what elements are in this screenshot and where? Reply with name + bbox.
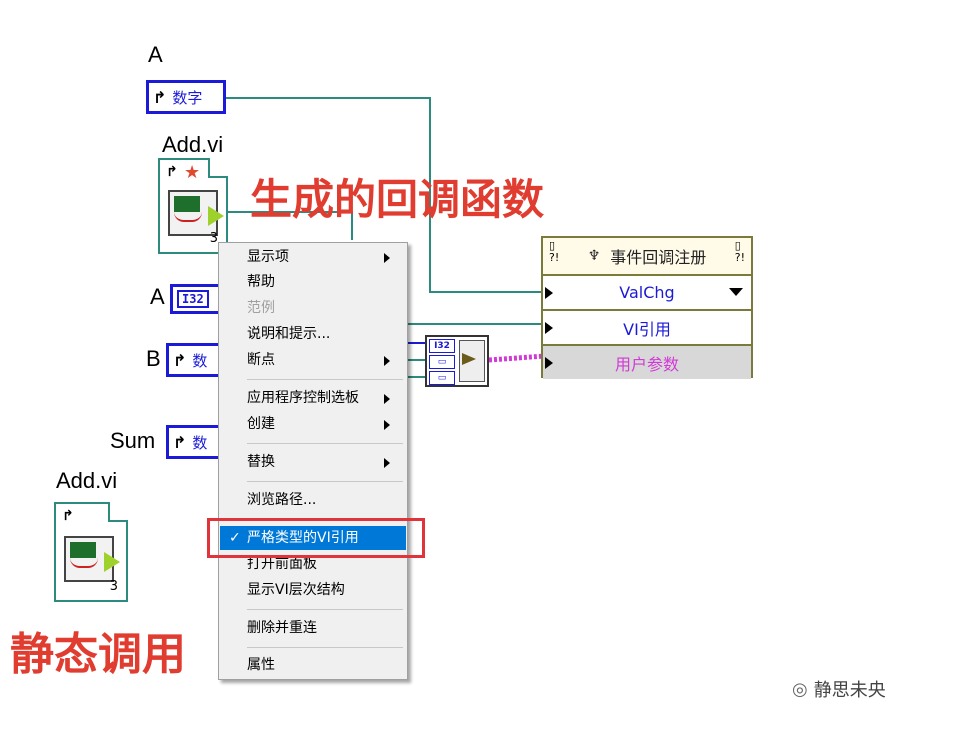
submenu-arrow-icon [384,394,390,404]
label-a-mid: A [150,284,165,309]
menu-separator [247,379,403,380]
register-node-title: 事件回调注册 [610,248,707,267]
i32-control-a[interactable]: I32 [170,284,222,314]
watermark-text: 静思未央 [813,680,886,701]
i32-tag: I32 [177,290,209,308]
menu-item-browse-path[interactable]: 浏览路径... [220,488,406,512]
chevron-down-icon[interactable] [729,288,743,296]
register-row-user-param[interactable]: 用户参数 [543,346,751,379]
numeric-label: 数 [192,433,208,452]
wechat-icon: ◎ [792,678,808,700]
register-node-header: ▯?! ♆ 事件回调注册 ▯?! [543,238,751,276]
submenu-arrow-icon [384,420,390,430]
input-pin-icon [545,322,553,334]
node-terminal-icon: ▯?! [549,239,560,264]
menu-item-examples: 范例 [247,300,275,316]
submenu-arrow-icon [384,356,390,366]
menu-item-properties[interactable]: 属性 [220,653,406,677]
reference-arrow-icon: ↱ [166,164,178,180]
menu-item-replace[interactable]: 替换 [220,450,406,474]
node-terminal-icon: ▯?! [734,239,745,264]
input-pin-icon [545,357,553,369]
add-vi-static-ref-icon[interactable]: ↱ 3 [54,502,128,602]
input-pin-icon [545,287,553,299]
label-add-vi-bottom: Add.vi [56,468,118,493]
menu-separator [247,481,403,482]
annotation-generated-callback: 生成的回调函数 [250,175,545,224]
reference-arrow-icon: ↱ [173,350,187,370]
vi-glyph-icon [64,536,120,582]
numeric-label: 数 [192,351,208,370]
reference-arrow-icon: ↱ [153,87,167,107]
watermark: ◎ 静思未央 [792,676,886,702]
reference-arrow-icon: ↱ [173,432,187,452]
label-add-vi-top: Add.vi [162,132,224,157]
vi-glyph-icon [168,190,224,236]
event-icon: ♆ [587,248,601,264]
register-row-vi-ref[interactable]: VI引用 [543,311,751,346]
bundle-node[interactable]: I32 ▭ ▭ [425,335,489,387]
numeric-ref-control-sum[interactable]: ↱ 数 [166,425,222,459]
menu-item-show-vi-hierarchy[interactable]: 显示VI层次结构 [220,578,406,602]
highlight-box [207,518,425,558]
menu-item-app-control-palette[interactable]: 应用程序控制选板 [220,386,406,410]
register-row-event[interactable]: ValChg [543,276,751,311]
submenu-arrow-icon [384,458,390,468]
label-sum: Sum [110,428,156,453]
vi-count: 3 [209,231,218,246]
submenu-arrow-icon [384,253,390,263]
menu-separator [247,609,403,610]
event-callback-register-node[interactable]: ▯?! ♆ 事件回调注册 ▯?! ValChg VI引用 用户参数 [541,236,753,379]
page-fold-icon [108,502,128,522]
menu-item-delete-rewire[interactable]: 删除并重连 [220,616,406,640]
menu-separator [247,647,403,648]
bundle-ref-terminal-icon: ▭ [429,355,455,369]
label-a-top: A [148,42,163,67]
register-row-label: VI引用 [623,319,671,339]
menu-item-help[interactable]: 帮助 [220,270,406,294]
menu-item-breakpoint[interactable]: 断点 [220,348,406,372]
menu-item-visible-items[interactable]: 显示项 [220,245,406,269]
numeric-ref-control-b[interactable]: ↱ 数 [166,343,222,377]
context-menu[interactable]: 显示项 帮助 范例 说明和提示... 断点 应用程序控制选板 创建 替换 浏览路… [218,242,408,680]
annotation-static-call: 静态调用 [10,629,186,680]
register-row-label: 用户参数 [614,354,679,374]
menu-item-description-tip[interactable]: 说明和提示... [220,322,406,346]
bundle-i32-tag: I32 [429,339,455,353]
numeric-label: 数字 [172,88,203,107]
reference-arrow-icon: ↱ [62,508,74,524]
label-b: B [146,346,161,371]
menu-separator [247,443,403,444]
page-fold-icon [208,158,228,178]
menu-item-create[interactable]: 创建 [220,412,406,436]
vi-count: 3 [109,579,118,594]
add-vi-strict-ref-icon[interactable]: ↱ ★ 3 [158,158,228,254]
register-row-label: ValChg [619,283,675,302]
bundle-ref-terminal-icon: ▭ [429,371,455,385]
numeric-ref-control-a[interactable]: ↱ 数字 [146,80,226,114]
star-icon: ★ [184,162,201,183]
bundle-arrow-icon [462,353,476,365]
